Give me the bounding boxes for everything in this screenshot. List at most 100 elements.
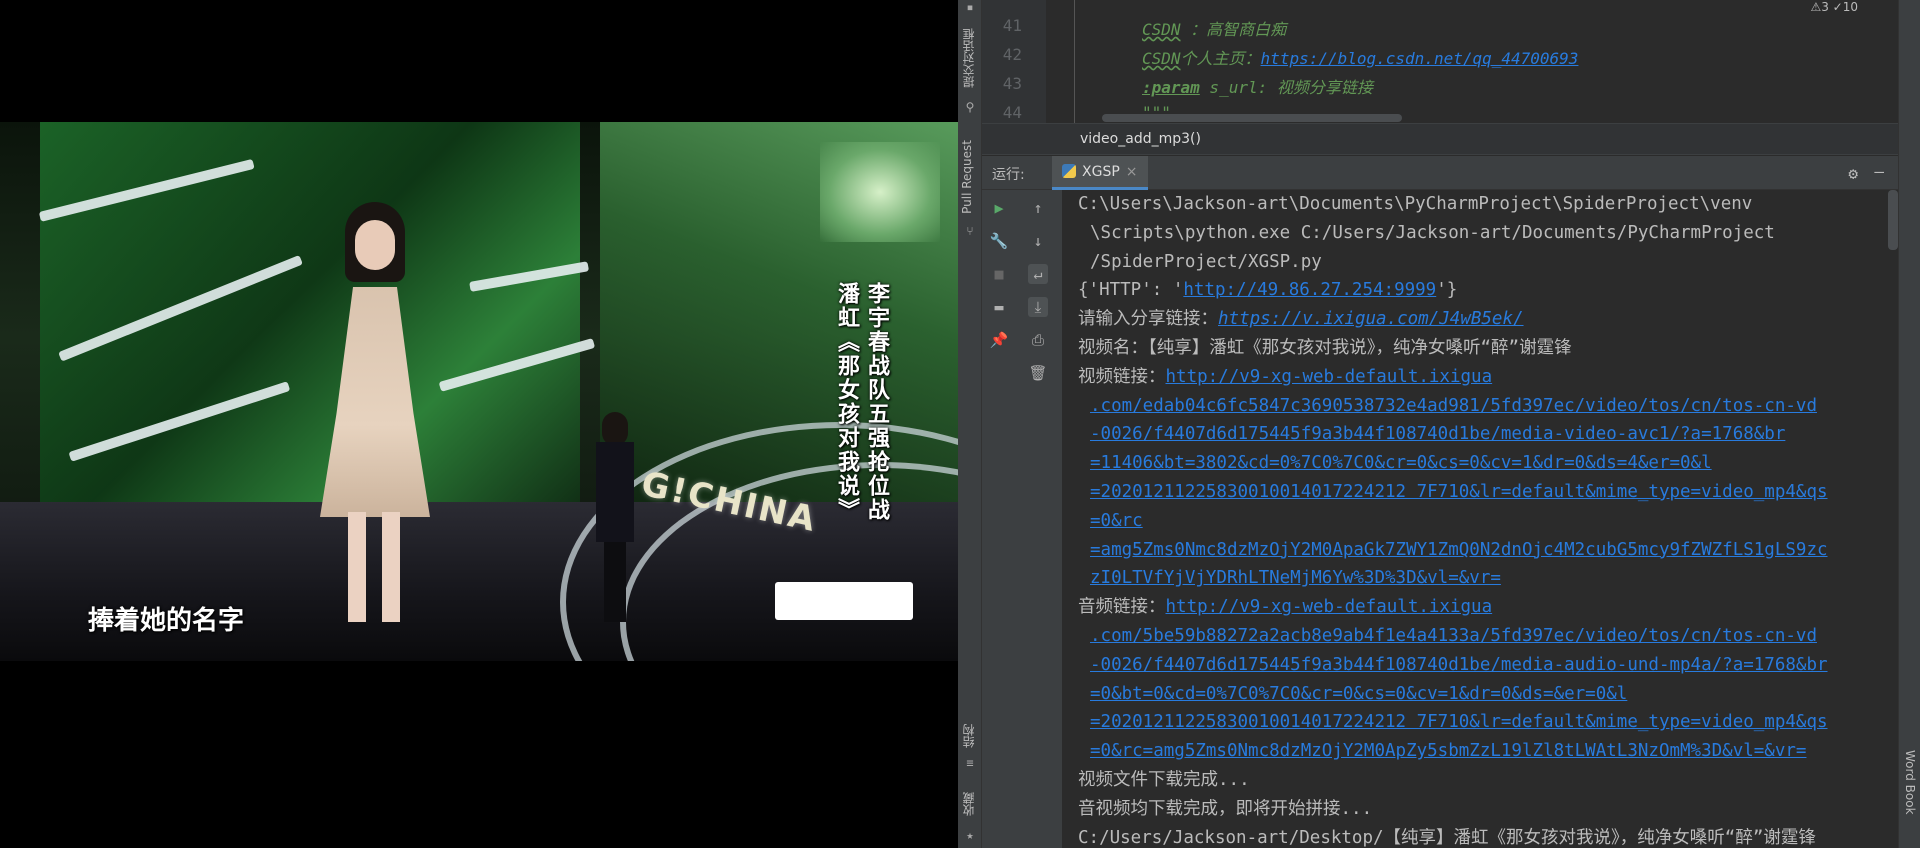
doc-text: s_url: 视频分享链接 (1199, 78, 1373, 97)
structure-tool-tab[interactable]: 结构 (960, 724, 977, 748)
run-tab-xgsp[interactable]: XGSP × (1052, 156, 1148, 190)
console-line: .com/edab04c6fc5847c3690538732e4ad981/5f… (1078, 392, 1898, 421)
console-link[interactable]: =0&rc=amg5Zms0Nmc8dzMzOjY2M0ApZy5sbmZzL1… (1090, 741, 1806, 761)
console-text: C:\Users\Jackson-art\Documents\PyCharmPr… (1078, 194, 1753, 214)
console-line: /SpiderProject/XGSP.py (1078, 248, 1898, 277)
pull-request-tool-tab[interactable]: Pull Request (960, 140, 974, 214)
run-label: 运行: (992, 167, 1025, 183)
console-link[interactable]: .com/edab04c6fc5847c3690538732e4ad981/5f… (1090, 396, 1817, 416)
minimize-icon[interactable]: — (1874, 162, 1884, 181)
console-link[interactable]: http://v9-xg-web-default.ixigua (1166, 597, 1493, 617)
horizontal-scrollbar[interactable] (1102, 114, 1402, 122)
run-console[interactable]: C:\Users\Jackson-art\Documents\PyCharmPr… (1062, 190, 1898, 848)
scroll-to-end-icon[interactable]: ⤓ (1028, 297, 1048, 317)
code-line[interactable]: :param s_url: 视频分享链接 (1142, 74, 1373, 98)
gear-icon[interactable]: ⚙ (1848, 164, 1858, 183)
console-input-link[interactable]: https://v.ixigua.com/J4wB5ek/ (1218, 309, 1524, 329)
breadcrumb[interactable]: video_add_mp3() (982, 123, 1898, 155)
close-icon[interactable]: × (1126, 164, 1138, 180)
console-text: /SpiderProject/XGSP.py (1090, 251, 1322, 272)
console-link[interactable]: -0026/f4407d6d175445f9a3b44f108740d1be/m… (1090, 424, 1785, 444)
console-line: 音频链接：http://v9-xg-web-default.ixigua (1078, 593, 1898, 622)
console-link[interactable]: .com/5be59b88272a2acb8e9ab4f1e4a4133a/5f… (1090, 626, 1817, 646)
commit-tool-tab[interactable]: 提交对话框 (960, 28, 977, 88)
ide-window: ▪ 提交对话框 ⚲ Pull Request ⑂ 结构 ≡ 收藏 ★ 41 42… (958, 0, 1920, 848)
line-number: 41 (1002, 16, 1022, 35)
code-line[interactable]: CSDN个人主页：https://blog.csdn.net/qq_447006… (1142, 45, 1578, 69)
console-link[interactable]: zI0LTVfYjVjYDRhLTNeMjM6Yw%3D%3D&vl=&vr= (1090, 568, 1501, 588)
soft-wrap-icon[interactable]: ↵ (1028, 264, 1048, 284)
console-link[interactable]: =0&bt=0&cd=0%7C0%7C0&cr=0&cs=0&cv=1&dr=0… (1090, 684, 1627, 704)
backup-performer (590, 412, 640, 622)
console-line: C:/Users/Jackson-art/Desktop/【纯享】潘虹《那女孩对… (1078, 824, 1898, 848)
console-link[interactable]: http://49.86.27.254:9999 (1183, 280, 1436, 300)
layout-icon[interactable]: ▬ (989, 297, 1009, 317)
console-prefix: 视频链接： (1078, 366, 1166, 387)
rerun-icon[interactable]: ▶ (989, 198, 1009, 218)
video-player[interactable]: G!CHINA 李宇春战队五强抢位战 潘虹《那女孩对我说》 捧着她的名字 (0, 0, 958, 848)
line-number: 44 (1002, 103, 1022, 122)
console-line: zI0LTVfYjVjYDRhLTNeMjM6Yw%3D%3D&vl=&vr= (1078, 564, 1898, 593)
commit-dialog-icon: ⚲ (965, 100, 975, 114)
structure-icon: ≡ (966, 756, 974, 770)
trash-icon[interactable]: 🗑 (1028, 363, 1048, 383)
wrench-icon[interactable]: 🔧 (989, 231, 1009, 251)
console-link[interactable]: -0026/f4407d6d175445f9a3b44f108740d1be/m… (1090, 655, 1828, 675)
doc-tag: CSDN (1142, 49, 1181, 68)
console-prefix: 请输入分享链接： (1078, 309, 1218, 330)
left-tool-strip: ▪ 提交对话框 ⚲ Pull Request ⑂ 结构 ≡ 收藏 ★ (958, 0, 982, 848)
word-book-tool-tab[interactable]: Word Book (1903, 750, 1917, 815)
console-line: {'HTTP': 'http://49.86.27.254:9999'} (1078, 276, 1898, 305)
console-link[interactable]: =amg5Zms0Nmc8dzMzOjY2M0ApaGk7ZWY1ZmQ0N2d… (1090, 540, 1828, 560)
console-link[interactable]: =20201211225830010014017224212 7F710&lr=… (1090, 482, 1828, 502)
print-icon[interactable]: ⎙ (1028, 330, 1048, 350)
line-number: 42 (1002, 45, 1022, 64)
console-link[interactable]: http://v9-xg-web-default.ixigua (1166, 367, 1493, 387)
console-line: .com/5be59b88272a2acb8e9ab4f1e4a4133a/5f… (1078, 622, 1898, 651)
blog-link[interactable]: https://blog.csdn.net/qq_44700693 (1261, 49, 1579, 68)
console-line: =20201211225830010014017224212 7F710&lr=… (1078, 708, 1898, 737)
doc-tag: CSDN (1142, 20, 1181, 39)
console-line: =20201211225830010014017224212 7F710&lr=… (1078, 478, 1898, 507)
console-line: =amg5Zms0Nmc8dzMzOjY2M0ApaGk7ZWY1ZmQ0N2d… (1078, 536, 1898, 565)
console-line: -0026/f4407d6d175445f9a3b44f108740d1be/m… (1078, 420, 1898, 449)
fold-guide (1074, 0, 1075, 123)
stop-icon[interactable]: ■ (989, 264, 1009, 284)
overlay-box (775, 582, 913, 620)
down-arrow-icon[interactable]: ↓ (1028, 231, 1048, 251)
vertical-scrollbar[interactable] (1888, 190, 1898, 250)
console-link[interactable]: =0&rc (1090, 511, 1143, 531)
star-icon: ★ (966, 828, 974, 842)
console-line: 音视频均下载完成，即将开始拼接... (1078, 795, 1898, 824)
console-line: 视频链接：http://v9-xg-web-default.ixigua (1078, 363, 1898, 392)
console-prefix: 音频链接： (1078, 597, 1166, 618)
console-line: =0&rc=amg5Zms0Nmc8dzMzOjY2M0ApZy5sbmZzL1… (1078, 737, 1898, 766)
run-toolbar-primary: ▶ 🔧 ■ ▬ 📌 (982, 190, 1016, 848)
commit-icon[interactable]: ▪ (963, 0, 977, 14)
singer (300, 202, 450, 622)
up-arrow-icon[interactable]: ↑ (1028, 198, 1048, 218)
console-text: 视频文件下载完成... (1078, 769, 1250, 790)
video-subtitle: 捧着她的名字 (88, 606, 245, 636)
console-link[interactable]: =11406&bt=3802&cd=0%7C0%7C0&cr=0&cs=0&cv… (1090, 453, 1712, 473)
console-line: =0&bt=0&cd=0%7C0%7C0&cr=0&cs=0&cv=1&dr=0… (1078, 680, 1898, 709)
console-line: C:\Users\Jackson-art\Documents\PyCharmPr… (1078, 190, 1898, 219)
console-line: \Scripts\python.exe C:/Users/Jackson-art… (1078, 219, 1898, 248)
run-tab-label: XGSP (1082, 164, 1120, 180)
console-text: \Scripts\python.exe C:/Users/Jackson-art… (1090, 222, 1775, 243)
code-editor[interactable]: 41 42 43 44 CSDN ：高智商白痴 CSDN个人主页：https:/… (982, 0, 1898, 123)
console-line: 视频名：【纯享】潘虹《那女孩对我说》，纯净女嗓听“醉”谢霆锋 (1078, 334, 1898, 363)
video-caption-song: 潘虹《那女孩对我说》 (834, 282, 859, 522)
inspection-badge[interactable]: ⚠3 ✓10 (1810, 0, 1858, 14)
video-frame[interactable]: G!CHINA 李宇春战队五强抢位战 潘虹《那女孩对我说》 捧着她的名字 (0, 122, 958, 661)
console-suffix: '} (1436, 280, 1458, 301)
line-gutter: 41 42 43 44 (982, 0, 1046, 123)
console-text: 视频名：【纯享】潘虹《那女孩对我说》，纯净女嗓听“醉”谢霆锋 (1078, 337, 1572, 358)
favorites-tool-tab[interactable]: 收藏 (960, 792, 977, 816)
console-link[interactable]: =20201211225830010014017224212 7F710&lr=… (1090, 712, 1828, 732)
console-text: 音视频均下载完成，即将开始拼接... (1078, 798, 1373, 819)
doc-text: ：高智商白痴 (1180, 20, 1287, 39)
doc-param: :param (1142, 78, 1200, 97)
pin-icon[interactable]: 📌 (989, 330, 1009, 350)
code-line[interactable]: CSDN ：高智商白痴 (1142, 16, 1286, 40)
